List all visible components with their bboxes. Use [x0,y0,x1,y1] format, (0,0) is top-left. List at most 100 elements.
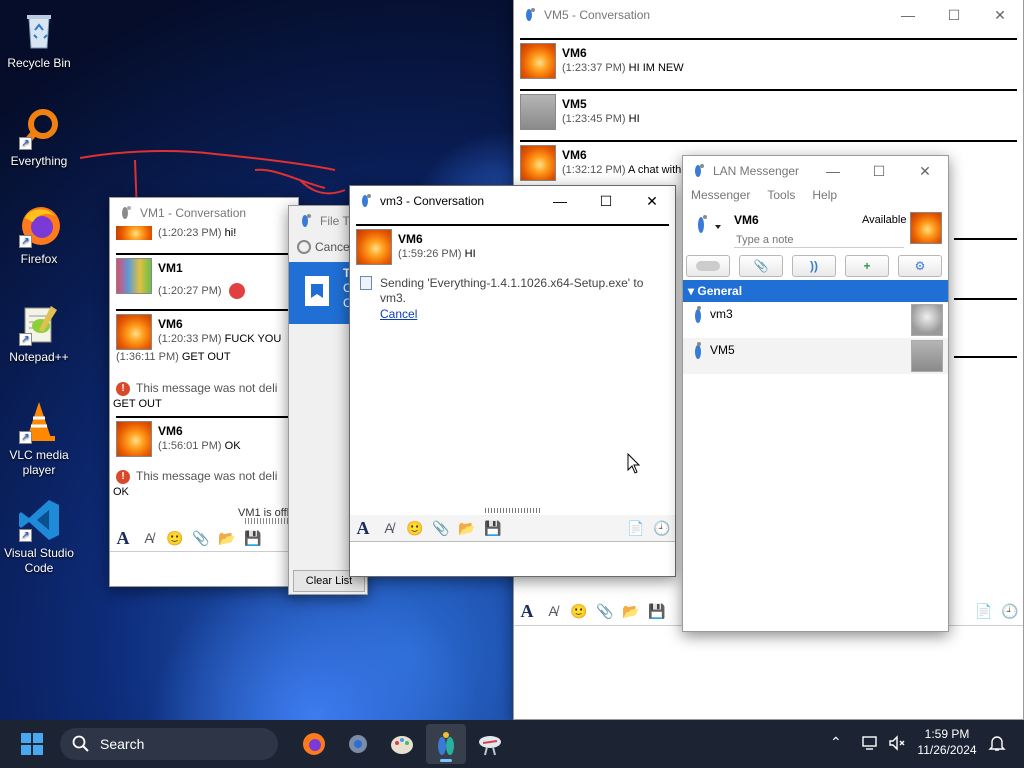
messenger-app-icon [522,7,538,23]
cancel-transfer-button[interactable]: Cancel [297,240,352,254]
transfers-icon[interactable]: 📄 [975,602,993,620]
message-sender: VM6 [158,424,183,438]
save-icon[interactable]: 💾 [648,602,666,620]
message-text: hi! [224,227,237,239]
contact-row[interactable]: vm3 [683,302,948,338]
send-file-icon[interactable]: 📎 [596,602,614,620]
message-entry: VM1 (1:20:27 PM) [116,253,292,308]
vm1-titlebar[interactable]: VM1 - Conversation [110,198,298,228]
history-toolbar: 📄 🕘 [975,602,1019,620]
maximize-button[interactable]: ☐ [583,186,629,216]
send-file-button[interactable]: 📎 [739,255,783,277]
message-text: A chat with [628,164,682,176]
notification-bell-icon[interactable] [988,734,1006,755]
send-file-icon[interactable]: 📎 [192,529,210,547]
delivery-error: ! This message was not deli [116,469,277,484]
close-button[interactable]: ✕ [977,0,1023,30]
user-avatar[interactable] [910,212,942,244]
vm3-titlebar[interactable]: vm3 - Conversation — ☐ ✕ [350,186,675,216]
start-button[interactable] [12,724,52,764]
delivery-error: ! This message was not deli [116,381,277,396]
message-entry: VM5 (1:23:45 PM) HI [520,89,1017,139]
font-icon[interactable]: A [114,528,132,548]
recycle-bin-icon [17,8,61,52]
lan-messenger-titlebar[interactable]: LAN Messenger — ☐ ✕ [683,156,948,186]
group-header-general[interactable]: ▾ General [683,280,948,302]
close-button[interactable]: ✕ [902,156,948,186]
status-selector[interactable] [695,213,723,238]
emoticon-icon[interactable]: 🙂 [166,529,184,547]
taskbar-snipping-tool[interactable] [470,724,510,764]
user-avatar [116,421,152,457]
desktop-icon-vscode[interactable]: ↗ Visual Studio Code [0,498,78,576]
send-folder-icon[interactable]: 📂 [622,602,640,620]
vm1-conversation-window[interactable]: VM1 - Conversation (1:20:23 PM) hi! VM1 … [109,197,299,587]
save-icon[interactable]: 💾 [244,529,262,547]
resize-grip[interactable] [485,508,540,513]
taskbar-clock[interactable]: 1:59 PM 11/26/2024 [912,726,982,758]
user-avatar [520,94,556,130]
font-icon[interactable]: A [354,518,372,538]
error-quote: OK [113,486,129,498]
maximize-button[interactable]: ☐ [856,156,902,186]
send-folder-icon[interactable]: 📂 [218,529,236,547]
save-icon[interactable]: 💾 [484,519,502,537]
shortcut-arrow-icon: ↗ [19,137,32,150]
cancel-label: Cancel [315,240,353,254]
transfers-icon[interactable]: 📄 [627,519,645,537]
desktop-icon-firefox[interactable]: ↗ Firefox [0,204,78,267]
show-hidden-icons-chevron[interactable]: ⌃ [830,734,842,751]
vlc-cone-icon: ↗ [17,400,61,444]
desktop-icon-label: Visual Studio Code [4,546,74,575]
broadcast-button[interactable]: )) [792,255,836,277]
font-icon[interactable]: A [518,601,536,621]
font-color-icon[interactable]: A̸ [380,519,398,537]
font-color-icon[interactable]: A̸ [544,602,562,620]
emoticon-icon[interactable]: 🙂 [406,519,424,537]
vm3-conversation-window[interactable]: vm3 - Conversation — ☐ ✕ VM6 (1:59:26 PM… [349,185,676,577]
error-quote: GET OUT [113,398,162,410]
shortcut-arrow-icon: ↗ [19,529,32,542]
status-person-icon [698,215,721,233]
add-group-button[interactable]: + [845,255,889,277]
history-icon[interactable]: 🕘 [1001,602,1019,620]
note-input[interactable] [734,232,904,248]
vm5-titlebar[interactable]: VM5 - Conversation — ☐ ✕ [514,0,1023,30]
messenger-app-icon [298,213,314,229]
taskbar-search-box[interactable]: Search [60,728,278,760]
lan-messenger-window[interactable]: LAN Messenger — ☐ ✕ Messenger Tools Help… [682,155,949,632]
menu-help[interactable]: Help [812,188,837,208]
emoticon-icon[interactable]: 🙂 [570,602,588,620]
menu-tools[interactable]: Tools [767,188,795,208]
history-icon[interactable]: 🕘 [653,519,671,537]
chat-button[interactable] [686,255,730,277]
angry-emoticon-icon [228,283,245,299]
desktop-icon-recycle-bin[interactable]: Recycle Bin [0,8,78,71]
close-button[interactable]: ✕ [629,186,675,216]
desktop-icon-vlc[interactable]: ↗ VLC media player [0,400,78,478]
minimize-button[interactable]: — [885,0,931,30]
minimize-button[interactable]: — [537,186,583,216]
settings-button[interactable]: ⚙ [898,255,942,277]
send-file-icon: 📎 [753,259,769,273]
send-file-icon[interactable]: 📎 [432,519,450,537]
menu-messenger[interactable]: Messenger [691,188,750,208]
contact-avatar [911,340,943,372]
minimize-button[interactable]: — [810,156,856,186]
send-folder-icon[interactable]: 📂 [458,519,476,537]
contact-row[interactable]: VM5 [683,338,948,374]
font-color-icon[interactable]: A̸ [140,529,158,547]
taskbar-firefox[interactable] [294,724,334,764]
volume-muted-icon[interactable] [888,734,906,755]
maximize-button[interactable]: ☐ [931,0,977,30]
taskbar-settings[interactable] [338,724,378,764]
message-input[interactable] [350,541,675,576]
taskbar-paint[interactable] [382,724,422,764]
desktop-icon-everything[interactable]: ↗ Everything [0,106,78,169]
cancel-transfer-link[interactable]: Cancel [380,307,417,321]
taskbar-lan-messenger[interactable] [426,724,466,764]
message-sender: VM5 [562,97,587,111]
network-icon[interactable] [862,734,880,755]
desktop-icon-notepadpp[interactable]: ↗ Notepad++ [0,302,78,365]
resize-grip[interactable] [245,518,290,524]
